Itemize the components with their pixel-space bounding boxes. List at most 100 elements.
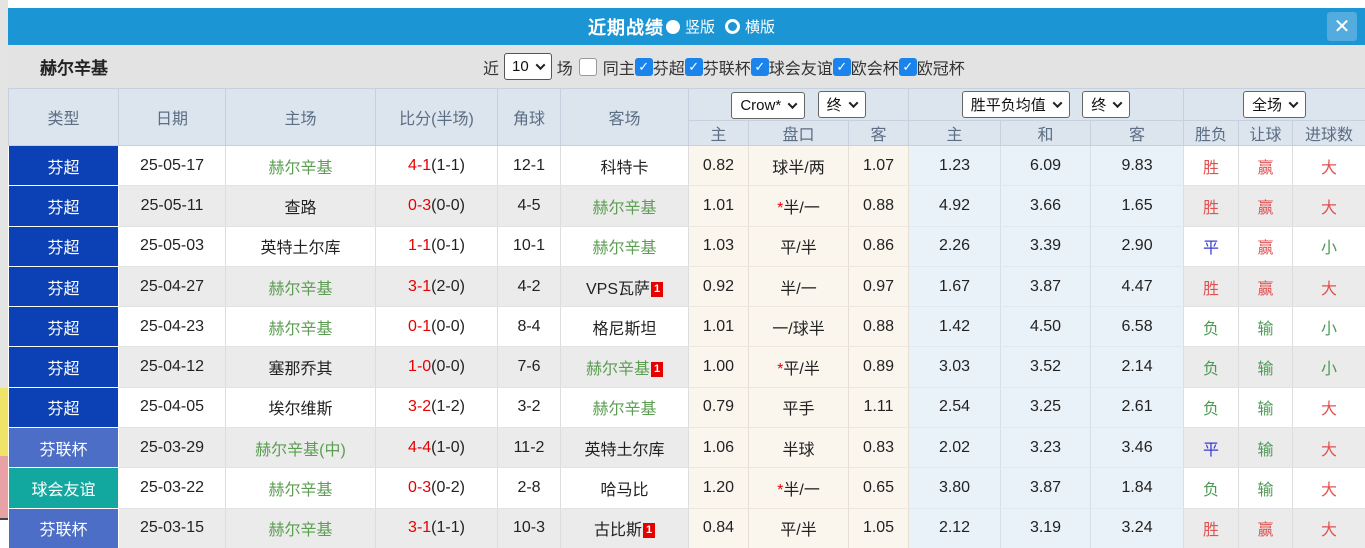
team-text: 格尼斯坦: [592, 321, 656, 338]
cell-home-team: 赫尔辛基: [226, 468, 376, 508]
cell-date: 25-04-27: [119, 266, 226, 306]
league-label: 欧会杯: [851, 55, 899, 79]
odds-group-header: Crow* 终: [689, 89, 909, 121]
cell-result-handicap: 输: [1239, 428, 1293, 468]
cell-avg-draw: 3.87: [1001, 266, 1091, 306]
team-text: 赫尔辛基: [268, 160, 332, 177]
cell-away-team: 哈马比: [561, 468, 689, 508]
avg-time-select[interactable]: 终: [1082, 91, 1130, 118]
cell-avg-away: 1.84: [1091, 468, 1184, 508]
cell-result-goals: 大: [1293, 387, 1365, 427]
cell-score: 1-0(0-0): [376, 347, 498, 387]
cell-avg-home: 1.42: [909, 307, 1001, 347]
page-left-gutter: [0, 0, 8, 548]
sub-col-header: 主: [689, 121, 749, 146]
cell-result-handicap: 输: [1239, 468, 1293, 508]
bookmaker-select[interactable]: Crow*: [731, 92, 805, 119]
cell-home-team: 查路: [226, 186, 376, 226]
cell-avg-draw: 3.87: [1001, 468, 1091, 508]
cell-date: 25-05-03: [119, 226, 226, 266]
cell-odds-away: 0.88: [849, 307, 909, 347]
table-row: 芬联杯25-03-15赫尔辛基3-1(1-1)10-3古比斯10.84平/半1.…: [9, 508, 1365, 548]
cell-result-goals: 大: [1293, 428, 1365, 468]
sub-col-header: 盘口: [749, 121, 849, 146]
league-checkbox-2[interactable]: ✓: [751, 58, 769, 76]
cell-odds-home: 1.20: [689, 468, 749, 508]
cell-away-team: VPS瓦萨1: [561, 266, 689, 306]
table-row: 芬超25-04-05埃尔维斯3-2(1-2)3-2赫尔辛基0.79平手1.112…: [9, 387, 1365, 427]
col-header-date: 日期: [119, 89, 226, 146]
cell-date: 25-04-05: [119, 387, 226, 427]
chevron-down-icon: [1052, 98, 1062, 108]
chevron-down-icon: [788, 99, 798, 109]
cell-date: 25-03-29: [119, 428, 226, 468]
league-filter-item: ✓欧会杯: [833, 55, 899, 79]
red-card-badge: 1: [651, 282, 663, 297]
cell-away-team: 赫尔辛基1: [561, 347, 689, 387]
league-label: 球会友谊: [769, 55, 833, 79]
cell-date: 25-04-12: [119, 347, 226, 387]
col-header-score: 比分(半场): [376, 89, 498, 146]
cell-result-handicap: 赢: [1239, 226, 1293, 266]
cell-result-handicap: 赢: [1239, 146, 1293, 186]
league-checkbox-1[interactable]: ✓: [685, 58, 703, 76]
cell-handicap: 半/一: [749, 266, 849, 306]
odds-time-select[interactable]: 终: [818, 91, 866, 118]
cell-avg-home: 4.92: [909, 186, 1001, 226]
horizontal-layout-radio[interactable]: [725, 19, 740, 34]
cell-avg-home: 2.26: [909, 226, 1001, 266]
league-filter-item: ✓球会友谊: [751, 55, 833, 79]
col-header-away: 客场: [561, 89, 689, 146]
cell-odds-home: 0.79: [689, 387, 749, 427]
league-label: 芬联杯: [703, 55, 751, 79]
col-header-home: 主场: [226, 89, 376, 146]
avg-type-select[interactable]: 胜平负均值: [962, 91, 1070, 118]
close-icon[interactable]: ✕: [1327, 12, 1357, 41]
chevron-down-icon: [535, 60, 545, 70]
cell-handicap: 半球: [749, 428, 849, 468]
cell-avg-away: 3.24: [1091, 508, 1184, 548]
vertical-layout-radio[interactable]: [666, 20, 680, 34]
cell-avg-away: 2.61: [1091, 387, 1184, 427]
cell-result-goals: 大: [1293, 146, 1365, 186]
cell-odds-home: 1.01: [689, 307, 749, 347]
league-checkbox-0[interactable]: ✓: [635, 58, 653, 76]
cell-result-goals: 大: [1293, 186, 1365, 226]
table-row: 芬超25-04-27赫尔辛基3-1(2-0)4-2VPS瓦萨10.92半/一0.…: [9, 266, 1365, 306]
cell-avg-home: 3.80: [909, 468, 1001, 508]
cell-away-team: 古比斯1: [561, 508, 689, 548]
panel-titlebar: 近期战绩 竖版 横版 ✕: [8, 8, 1365, 45]
cell-date: 25-04-23: [119, 307, 226, 347]
cell-result-handicap: 赢: [1239, 186, 1293, 226]
recent-count-select[interactable]: 10: [504, 53, 552, 80]
cell-corners: 4-2: [498, 266, 561, 306]
cell-home-team: 英特土尔库: [226, 226, 376, 266]
league-checkbox-4[interactable]: ✓: [899, 58, 917, 76]
period-select[interactable]: 全场: [1243, 91, 1306, 118]
cell-handicap: *半/一: [749, 468, 849, 508]
team-text: 赫尔辛基: [586, 361, 650, 378]
same-home-checkbox[interactable]: [579, 58, 597, 76]
cell-score: 4-1(1-1): [376, 146, 498, 186]
team-text: 科特卡: [600, 160, 648, 177]
col-header-corner: 角球: [498, 89, 561, 146]
sub-col-header: 主: [909, 121, 1001, 146]
team-text: 赫尔辛基: [268, 522, 332, 539]
cell-score: 1-1(0-1): [376, 226, 498, 266]
cell-type: 球会友谊: [9, 468, 119, 508]
league-checkbox-3[interactable]: ✓: [833, 58, 851, 76]
cell-corners: 11-2: [498, 428, 561, 468]
team-text: 赫尔辛基: [592, 240, 656, 257]
cell-corners: 3-2: [498, 387, 561, 427]
cell-home-team: 赫尔辛基: [226, 146, 376, 186]
cell-avg-home: 3.03: [909, 347, 1001, 387]
cell-avg-away: 2.90: [1091, 226, 1184, 266]
table-row: 芬联杯25-03-29赫尔辛基(中)4-4(1-0)11-2英特土尔库1.06半…: [9, 428, 1365, 468]
cell-result-handicap: 输: [1239, 307, 1293, 347]
cell-result-goals: 大: [1293, 508, 1365, 548]
cell-corners: 10-1: [498, 226, 561, 266]
vertical-layout-label: 竖版: [685, 16, 715, 37]
team-text: 赫尔辛基: [592, 401, 656, 418]
avg-group-header: 胜平负均值 终: [909, 89, 1184, 121]
cell-result-wdl: 胜: [1184, 146, 1239, 186]
